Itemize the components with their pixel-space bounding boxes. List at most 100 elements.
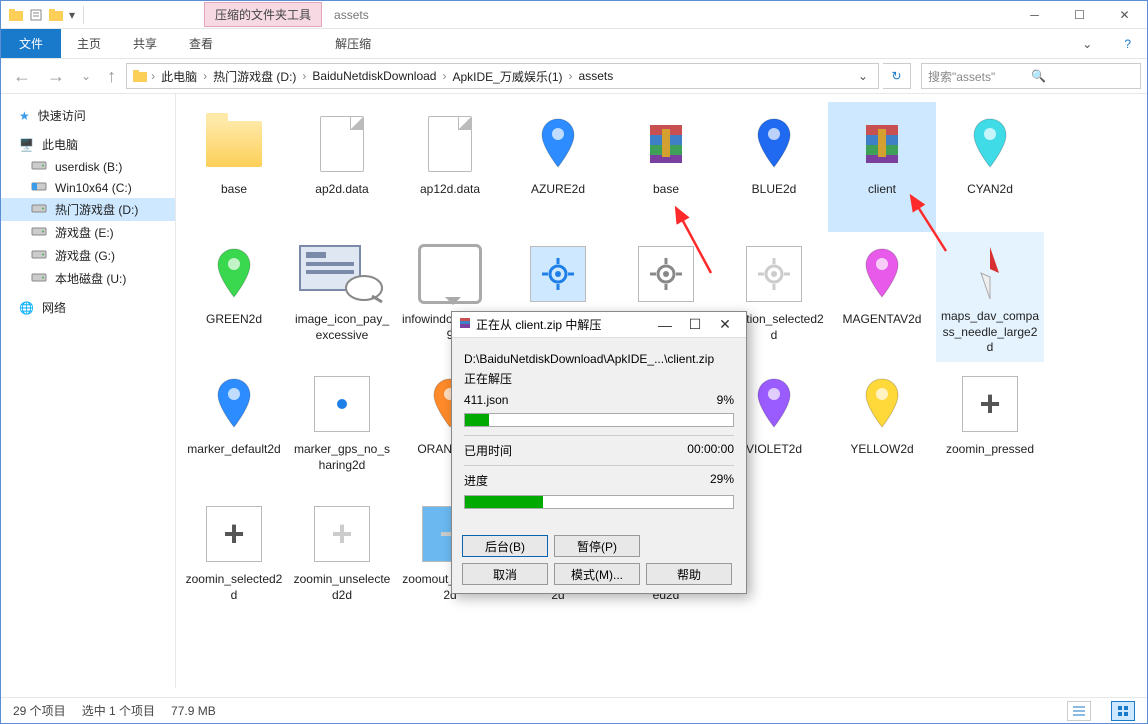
file-label: AZURE2d [508,182,608,198]
crumb-drive[interactable]: 热门游戏盘 (D:) [209,68,300,85]
ribbon-file-tab[interactable]: 文件 [1,29,61,58]
ribbon: 文件 主页 共享 查看 解压缩 ⌄ ? [1,29,1147,59]
file-item[interactable]: YELLOW2d [828,362,936,492]
file-label: image_icon_pay_excessive [292,312,392,343]
refresh-button[interactable]: ↻ [883,63,911,89]
folder-icon [131,67,149,85]
compass-icon [958,238,1022,307]
crumb-this-pc[interactable]: 此电脑 [157,68,201,85]
icons-view-button[interactable] [1111,701,1135,721]
dialog-extracting: 正在解压 [464,370,734,387]
rar-icon [850,108,914,180]
sidebar-drive[interactable]: userdisk (B:) [1,156,175,177]
folder-icon [202,108,266,180]
file-item[interactable]: image_icon_pay_excessive [288,232,396,362]
file-item[interactable]: ap2d.data [288,102,396,232]
mode-button[interactable]: 模式(M)... [554,563,640,585]
minimize-button[interactable]: ─ [1012,1,1057,29]
sidebar-network[interactable]: 🌐 网络 [1,296,175,319]
dialog-buttons: 后台(B) 暂停(P) 取消 模式(M)... 帮助 [452,527,746,593]
sidebar-quick-access[interactable]: ★ 快速访问 [1,104,175,127]
file-item[interactable]: AZURE2d [504,102,612,232]
file-item[interactable]: GREEN2d [180,232,288,362]
file-item[interactable]: ap12d.data [396,102,504,232]
file-label: maps_dav_compass_needle_large2d [940,309,1040,356]
drive-label: userdisk (B:) [55,160,122,174]
file-item[interactable]: base [612,102,720,232]
file-label: ap12d.data [400,182,500,198]
file-item[interactable]: +zoomin_pressed [936,362,1044,492]
sidebar-drive[interactable]: 游戏盘 (G:) [1,244,175,267]
file-item[interactable]: marker_gps_no_sharing2d [288,362,396,492]
address-bar[interactable]: › 此电脑› 热门游戏盘 (D:)› BaiduNetdiskDownload›… [126,63,879,89]
file-label: GREEN2d [184,312,284,328]
properties-icon[interactable] [27,6,45,24]
help-button[interactable]: 帮助 [646,563,732,585]
dialog-close[interactable]: ✕ [710,316,740,333]
recent-dropdown[interactable]: ⌄ [75,69,97,83]
drive-label: 热门游戏盘 (D:) [55,201,138,218]
dialog-titlebar[interactable]: 正在从 client.zip 中解压 — ☐ ✕ [452,312,746,338]
crumb-folder3[interactable]: assets [575,69,618,83]
image-icon [310,238,374,310]
crumb-folder2[interactable]: ApkIDE_万威娱乐(1) [448,68,566,85]
maximize-button[interactable]: ☐ [1057,1,1102,29]
back-button[interactable]: ← [7,66,37,87]
plus-icon: + [310,498,374,570]
star-icon: ★ [19,109,30,123]
file-label: marker_default2d [184,442,284,458]
close-button[interactable]: ✕ [1102,1,1147,29]
qat-dropdown[interactable]: ▾ [67,8,77,22]
sidebar-drive[interactable]: 热门游戏盘 (D:) [1,198,175,221]
drive-icon [31,180,47,195]
file-label: MAGENTAV2d [832,312,932,328]
pin-icon [742,108,806,180]
sidebar-drive[interactable]: Win10x64 (C:) [1,177,175,198]
file-label: CYAN2d [940,182,1040,198]
file-item[interactable]: maps_dav_compass_needle_large2d [936,232,1044,362]
file-label: base [616,182,716,198]
drive-icon [31,248,47,263]
sidebar-drive[interactable]: 游戏盘 (E:) [1,221,175,244]
forward-button[interactable]: → [41,66,71,87]
dialog-minimize[interactable]: — [650,317,680,333]
info-icon [418,238,482,310]
pin-icon [526,108,590,180]
pin-icon [958,108,1022,180]
file-item[interactable]: client [828,102,936,232]
search-box[interactable]: 搜索"assets" 🔍 [921,63,1141,89]
file-item[interactable]: MAGENTAV2d [828,232,936,362]
sidebar-this-pc[interactable]: 🖥️ 此电脑 [1,133,175,156]
file-item[interactable]: +zoomin_selected2d [180,492,288,622]
drive-icon [31,225,47,240]
rar-icon [634,108,698,180]
file-item[interactable]: CYAN2d [936,102,1044,232]
dialog-current-file: 411.json [464,393,508,407]
dialog-maximize[interactable]: ☐ [680,316,710,333]
pause-button[interactable]: 暂停(P) [554,535,640,557]
ribbon-help-button[interactable]: ? [1108,29,1147,58]
rar-icon [458,316,472,333]
ribbon-extract-tab[interactable]: 解压缩 [319,29,387,58]
pin-icon [202,238,266,310]
ribbon-expand-button[interactable]: ⌄ [1066,29,1108,58]
file-item[interactable]: BLUE2d [720,102,828,232]
pc-icon: 🖥️ [19,138,34,152]
sidebar-drive[interactable]: 本地磁盘 (U:) [1,267,175,290]
address-dropdown[interactable]: ⌄ [852,69,874,83]
ribbon-share-tab[interactable]: 共享 [117,29,173,58]
file-label: BLUE2d [724,182,824,198]
file-label: client [832,182,932,198]
qat-folder-icon[interactable] [47,6,65,24]
crumb-folder1[interactable]: BaiduNetdiskDownload [308,69,440,83]
ribbon-home-tab[interactable]: 主页 [61,29,117,58]
file-item[interactable]: marker_default2d [180,362,288,492]
up-button[interactable]: ↑ [101,66,122,87]
ribbon-view-tab[interactable]: 查看 [173,29,229,58]
file-item[interactable]: +zoomin_unselected2d [288,492,396,622]
file-item[interactable]: base [180,102,288,232]
target-icon [526,238,590,310]
details-view-button[interactable] [1067,701,1091,721]
cancel-button[interactable]: 取消 [462,563,548,585]
background-button[interactable]: 后台(B) [462,535,548,557]
